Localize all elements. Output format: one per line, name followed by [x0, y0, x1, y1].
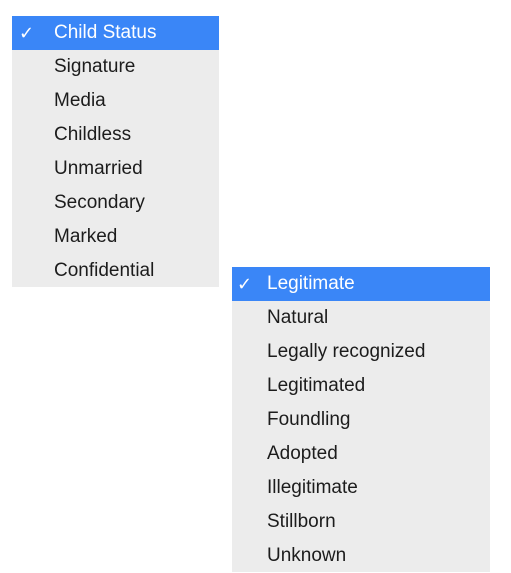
menu-item-label: Child Status	[54, 22, 157, 43]
menu-item-legitimated[interactable]: Legitimated	[232, 369, 490, 403]
menu-item-childless[interactable]: Childless	[12, 118, 219, 152]
menu-item-label: Unknown	[267, 545, 347, 566]
menu-item-natural[interactable]: Natural	[232, 301, 490, 335]
menu-item-label: Legitimated	[267, 375, 366, 396]
menu-item-legally-recognized[interactable]: Legally recognized	[232, 335, 490, 369]
menu-item-label: Illegitimate	[267, 477, 358, 498]
menu-item-media[interactable]: Media	[12, 84, 219, 118]
menu-item-unknown[interactable]: Unknown	[232, 539, 490, 573]
menu-item-stillborn[interactable]: Stillborn	[232, 505, 490, 539]
menu-item-label: Signature	[54, 56, 136, 77]
menu-item-label: Foundling	[267, 409, 351, 430]
menu-item-child-status[interactable]: ✓ Child Status	[12, 16, 219, 50]
menu-item-adopted[interactable]: Adopted	[232, 437, 490, 471]
menu-item-signature[interactable]: Signature	[12, 50, 219, 84]
menu-item-secondary[interactable]: Secondary	[12, 186, 219, 220]
child-status-dropdown-menu: ✓ Legitimate Natural Legally recognized …	[232, 267, 490, 572]
menu-item-label: Stillborn	[267, 511, 336, 532]
menu-item-label: Confidential	[54, 260, 155, 281]
menu-item-label: Natural	[267, 307, 329, 328]
menu-item-label: Unmarried	[54, 158, 143, 179]
menu-item-label: Secondary	[54, 192, 145, 213]
checkmark-icon: ✓	[19, 23, 35, 43]
menu-item-label: Childless	[54, 124, 132, 145]
checkmark-icon: ✓	[237, 274, 253, 294]
menu-item-foundling[interactable]: Foundling	[232, 403, 490, 437]
menu-item-label: Marked	[54, 226, 118, 247]
category-dropdown-menu: ✓ Child Status Signature Media Childless…	[12, 16, 219, 287]
menu-item-legitimate[interactable]: ✓ Legitimate	[232, 267, 490, 301]
menu-item-illegitimate[interactable]: Illegitimate	[232, 471, 490, 505]
menu-item-label: Adopted	[267, 443, 338, 464]
menu-item-label: Legitimate	[267, 273, 355, 294]
menu-item-label: Legally recognized	[267, 341, 426, 362]
menu-item-unmarried[interactable]: Unmarried	[12, 152, 219, 186]
menu-item-marked[interactable]: Marked	[12, 220, 219, 254]
menu-item-label: Media	[54, 90, 106, 111]
menu-item-confidential[interactable]: Confidential	[12, 254, 219, 288]
